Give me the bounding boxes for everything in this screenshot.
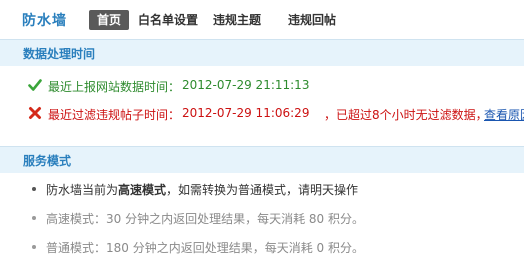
bullet-icon: [32, 187, 36, 191]
data-section-title: 数据处理时间: [23, 47, 96, 61]
last-filter-label: 最近过滤违规帖子时间：: [48, 108, 181, 122]
last-report-label: 最近上报网站数据时间：: [48, 80, 181, 94]
mode-section-title: 服务模式: [23, 154, 72, 168]
last-report-time: 2012-07-29 21:11:13: [182, 78, 310, 92]
tab-home[interactable]: 首页: [89, 10, 129, 30]
check-icon: [28, 79, 42, 91]
bullet-icon: [32, 216, 36, 220]
top-bar: 防水墙 首页 白名单设置 违规主题 违规回帖: [0, 0, 524, 38]
bullet-icon: [32, 245, 36, 249]
current-mode-suffix: ，如需转换为普通模式，请明天操作: [166, 183, 359, 197]
current-mode-prefix: 防水墙当前为: [46, 183, 119, 197]
tab-violating-replies[interactable]: 违规回帖: [288, 10, 336, 30]
view-reason-link[interactable]: 查看原因: [484, 106, 524, 123]
data-section-header: 数据处理时间: [0, 39, 524, 66]
last-filter-warning: ，已超过8个小时无过滤数据，: [324, 108, 488, 122]
app-title: 防水墙: [22, 13, 67, 29]
tab-whitelist[interactable]: 白名单设置: [138, 10, 198, 30]
last-filter-time: 2012-07-29 11:06:29: [182, 106, 310, 120]
error-icon: [29, 107, 41, 119]
mode-section-header: 服务模式: [0, 146, 524, 173]
tab-violating-topics[interactable]: 违规主题: [213, 10, 261, 30]
normal-mode-text: 普通模式：180 分钟之内返回处理结果，每天消耗 0 积分。: [46, 241, 364, 255]
fast-mode-text: 高速模式：30 分钟之内返回处理结果，每天消耗 80 积分。: [46, 212, 364, 226]
current-mode-value: 高速模式: [118, 183, 167, 197]
